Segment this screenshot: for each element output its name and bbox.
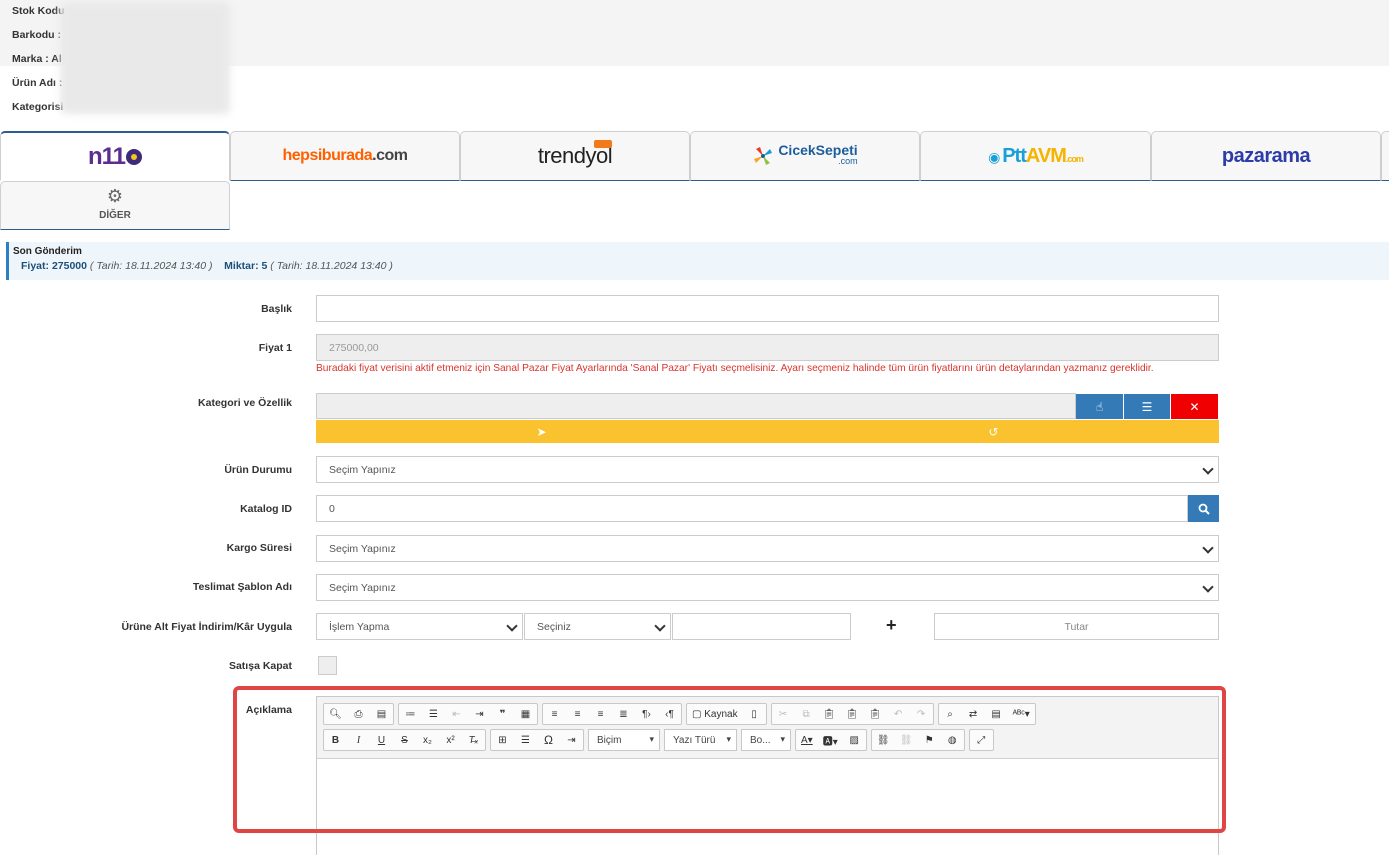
close-sale-label: Satışa Kapat — [228, 660, 292, 672]
other-tab-label: DİĞER — [99, 210, 131, 221]
send-button[interactable]: ➤ — [316, 420, 767, 443]
sliders-icon: ☰ — [1141, 399, 1153, 414]
condition-label: Ürün Durumu — [224, 464, 292, 476]
tab-pttavm[interactable]: ◉ PttAVM.com — [920, 131, 1151, 181]
condition-select[interactable]: Seçim Yapınız — [316, 456, 1219, 483]
category-action-bar: ➤ ↺ — [316, 420, 1219, 443]
hepsiburada-logo: hepsiburada.com — [282, 147, 408, 164]
plus-icon: + — [886, 615, 897, 635]
category-field-label: Kategori ve Özellik — [198, 397, 292, 409]
product-info-panel: Stok Kodu Barkodu : Marka : Al Ürün Adı … — [0, 0, 1389, 124]
product-name-label: Ürün Adı : — [12, 77, 63, 89]
n11-logo: n11 — [88, 143, 143, 171]
price-input: 275000,00 — [316, 334, 1219, 361]
trendyol-badge-icon — [594, 140, 612, 148]
last-sent-title: Son Gönderim — [13, 246, 82, 257]
last-sent-details: Fiyat: 275000 ( Tarih: 18.11.2024 13:40 … — [21, 260, 1385, 272]
chevron-down-icon — [1202, 463, 1214, 475]
stock-code-label: Stok Kodu — [12, 5, 65, 17]
shipping-value: Seçim Yapınız — [329, 542, 396, 555]
discount-label: Ürüne Alt Fiyat İndirim/Kâr Uygula — [121, 621, 292, 633]
catalog-input[interactable]: 0 — [316, 495, 1188, 522]
category-label: Kategorisi — [12, 101, 64, 113]
history-icon: ↺ — [988, 424, 999, 439]
category-settings-button[interactable]: ☰ — [1124, 394, 1170, 419]
discount-type-select[interactable]: Seçiniz — [524, 613, 671, 640]
pttavm-logo: ◉ PttAVM.com — [988, 144, 1084, 167]
last-sent-panel: Son Gönderim Fiyat: 275000 ( Tarih: 18.1… — [6, 242, 1389, 280]
discount-type-value: Seçiniz — [537, 620, 571, 633]
chevron-down-icon — [506, 620, 518, 632]
qty-date: ( Tarih: 18.11.2024 13:40 ) — [270, 260, 393, 272]
qty-label: Miktar: — [224, 260, 259, 272]
shipping-label: Kargo Süresi — [226, 542, 292, 554]
condition-value: Seçim Yapınız — [329, 463, 396, 476]
search-icon — [1198, 503, 1210, 515]
tab-ciceksepeti[interactable]: CicekSepeti .com — [690, 131, 920, 181]
title-label: Başlık — [261, 303, 292, 315]
highlight-box — [233, 686, 1226, 833]
pazarama-logo: pazarama — [1221, 144, 1311, 167]
brand-label: Marka : Al — [12, 53, 62, 65]
history-button[interactable]: ↺ — [768, 420, 1219, 443]
price-label: Fiyat: — [21, 260, 50, 272]
clear-category-button[interactable]: ✕ — [1171, 394, 1218, 419]
tab-n11[interactable]: n11 — [0, 131, 230, 181]
shipping-select[interactable]: Seçim Yapınız — [316, 535, 1219, 562]
discount-amount-input[interactable] — [672, 613, 851, 640]
title-input[interactable] — [316, 295, 1219, 322]
category-input — [316, 393, 1076, 419]
chevron-down-icon — [1202, 542, 1214, 554]
chevron-down-icon — [1202, 581, 1214, 593]
chevron-down-icon — [654, 620, 666, 632]
tab-other[interactable]: ⚙ DİĞER — [0, 181, 230, 230]
tab-hepsiburada[interactable]: hepsiburada.com — [230, 131, 460, 181]
discount-operation-select[interactable]: İşlem Yapma — [316, 613, 523, 640]
tab-partial[interactable] — [1381, 131, 1389, 181]
template-select[interactable]: Seçim Yapınız — [316, 574, 1219, 601]
select-category-button[interactable]: ☝ — [1076, 394, 1123, 419]
price-value: 275000 — [51, 260, 87, 272]
redacted-blur — [60, 2, 230, 114]
close-sale-checkbox[interactable] — [318, 656, 337, 675]
price-field-label: Fiyat 1 — [258, 342, 292, 354]
catalog-search-button[interactable] — [1188, 495, 1219, 522]
pointer-icon: ☝ — [1095, 399, 1104, 414]
price-date: ( Tarih: 18.11.2024 13:40 ) — [89, 260, 213, 272]
paper-plane-icon: ➤ — [536, 424, 547, 439]
catalog-label: Katalog ID — [240, 503, 292, 515]
amount-input[interactable]: Tutar — [934, 613, 1219, 640]
template-value: Seçim Yapınız — [329, 581, 396, 594]
tab-trendyol[interactable]: trendyol — [460, 131, 690, 181]
price-warning: Buradaki fiyat verisini aktif etmeniz iç… — [316, 363, 1154, 374]
barcode-label: Barkodu : — [12, 29, 62, 41]
gears-icon: ⚙ — [106, 186, 124, 206]
close-icon: ✕ — [1189, 399, 1200, 414]
flower-icon — [754, 147, 773, 165]
qty-value: 5 — [261, 260, 268, 272]
template-label: Teslimat Şablon Adı — [192, 581, 292, 593]
ciceksepeti-logo: CicekSepeti .com — [752, 143, 858, 167]
tab-pazarama[interactable]: pazarama — [1151, 131, 1381, 181]
discount-op-value: İşlem Yapma — [329, 620, 390, 633]
